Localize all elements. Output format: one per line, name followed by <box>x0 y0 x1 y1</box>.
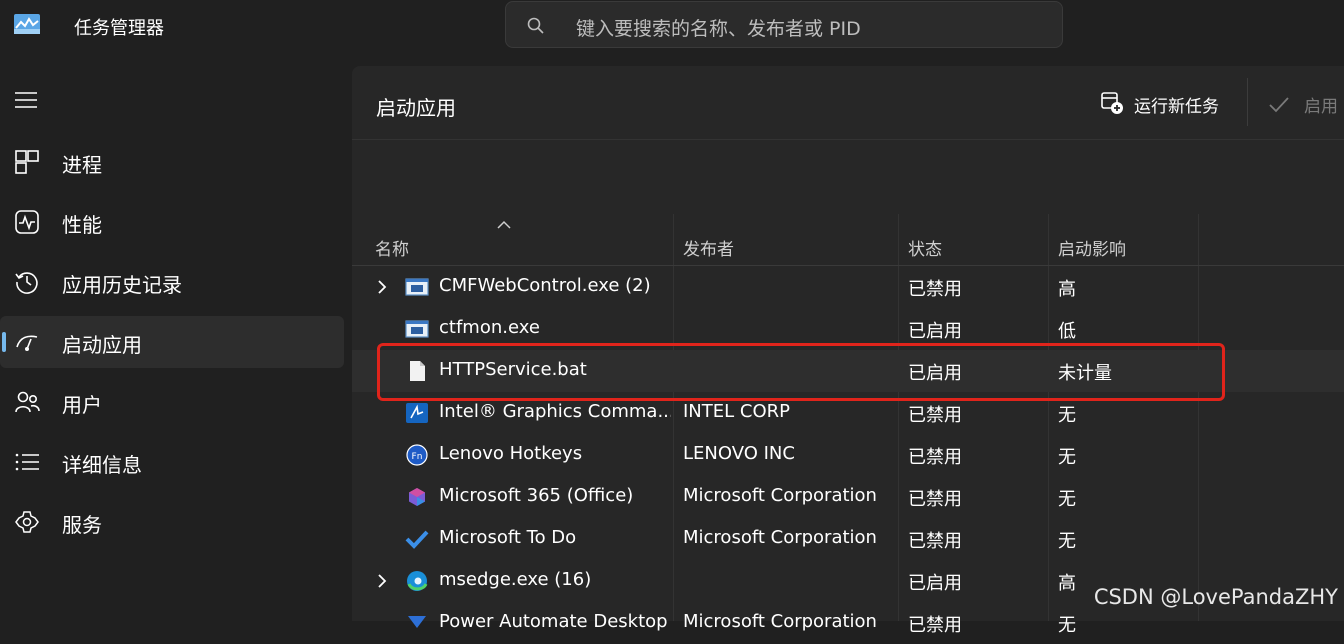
sidebar-item-label: 应用历史记录 <box>62 273 182 297</box>
services-icon <box>15 511 39 533</box>
sidebar-item-app-history[interactable]: 应用历史记录 <box>0 256 344 308</box>
performance-icon <box>15 210 39 234</box>
startup-impact: 无 <box>1058 615 1076 636</box>
office-icon <box>409 488 425 506</box>
page-title: 启动应用 <box>376 96 456 120</box>
chevron-right-icon[interactable] <box>374 278 390 296</box>
app-name: msedge.exe (16) <box>439 569 592 590</box>
publisher: Microsoft Corporation <box>683 611 877 632</box>
status: 已禁用 <box>908 531 962 552</box>
history-icon <box>15 272 38 294</box>
status: 已启用 <box>908 321 962 342</box>
sidebar-item-label: 进程 <box>62 153 102 177</box>
status: 已禁用 <box>908 447 962 468</box>
startup-impact: 无 <box>1058 489 1076 510</box>
publisher: LENOVO INC <box>683 443 795 464</box>
table-row[interactable]: Fn Lenovo Hotkeys LENOVO INC 已禁用 无 <box>352 434 1344 476</box>
app-name: ctfmon.exe <box>439 317 540 338</box>
processes-icon <box>15 150 39 174</box>
todo-check-icon <box>405 530 429 549</box>
app-name: Intel® Graphics Comma... <box>439 401 671 422</box>
sidebar-item-services[interactable]: 服务 <box>0 496 344 548</box>
enable-button[interactable]: 启用 <box>1262 86 1344 120</box>
status: 已禁用 <box>908 615 962 636</box>
publisher: Microsoft Corporation <box>683 527 877 548</box>
startup-impact: 无 <box>1058 531 1076 552</box>
sidebar-item-label: 服务 <box>62 513 102 537</box>
checkmark-icon <box>1269 97 1289 113</box>
sidebar-item-startup-apps[interactable]: 启动应用 <box>0 316 344 368</box>
sidebar-item-label: 用户 <box>62 393 102 417</box>
publisher: Microsoft Corporation <box>683 485 877 506</box>
table-row[interactable]: Microsoft To Do Microsoft Corporation 已禁… <box>352 518 1344 560</box>
sidebar-item-label: 启动应用 <box>62 333 142 357</box>
run-task-icon <box>1101 92 1123 114</box>
app-title: 任务管理器 <box>74 18 164 39</box>
sidebar-item-label: 详细信息 <box>62 453 142 477</box>
hamburger-icon[interactable] <box>14 88 38 112</box>
app-name: Lenovo Hotkeys <box>439 443 583 464</box>
sort-ascending-icon[interactable] <box>497 220 511 230</box>
startup-impact: 无 <box>1058 405 1076 426</box>
status: 已禁用 <box>908 489 962 510</box>
sidebar-item-users[interactable]: 用户 <box>0 376 344 428</box>
window-app-icon <box>405 320 429 338</box>
toolbar-divider <box>1247 78 1248 126</box>
status: 已禁用 <box>908 279 962 300</box>
sidebar-item-processes[interactable]: 进程 <box>0 136 344 188</box>
column-header-name[interactable]: 名称 <box>375 235 409 260</box>
column-header-publisher[interactable]: 发布者 <box>683 235 734 260</box>
status: 已禁用 <box>908 405 962 426</box>
highlight-annotation-box <box>377 343 1225 401</box>
sidebar-item-label: 性能 <box>62 213 102 237</box>
table-row[interactable]: Microsoft 365 (Office) Microsoft Corpora… <box>352 476 1344 518</box>
search-input[interactable]: 键入要搜索的名称、发布者或 PID <box>576 14 861 41</box>
column-header-impact[interactable]: 启动影响 <box>1058 235 1126 260</box>
window-app-icon <box>405 278 429 296</box>
users-icon <box>15 391 40 413</box>
table-row[interactable]: CMFWebControl.exe (2) 已禁用 高 <box>352 266 1344 308</box>
header-divider <box>352 139 1344 140</box>
column-header-status[interactable]: 状态 <box>908 235 942 260</box>
task-manager-logo <box>14 14 40 34</box>
search-icon <box>527 17 544 34</box>
startup-impact: 无 <box>1058 447 1076 468</box>
intel-graphics-icon <box>406 403 428 423</box>
app-name: Microsoft 365 (Office) <box>439 485 634 506</box>
startup-impact: 低 <box>1058 321 1076 342</box>
sidebar-item-details[interactable]: 详细信息 <box>0 436 344 488</box>
edge-icon <box>407 571 428 591</box>
enable-label: 启用 <box>1304 97 1338 117</box>
search-box[interactable]: 键入要搜索的名称、发布者或 PID <box>505 1 1063 48</box>
startup-impact: 高 <box>1058 279 1076 300</box>
active-indicator <box>2 332 6 352</box>
watermark: CSDN @LovePandaZHY <box>1093 585 1338 609</box>
status: 已启用 <box>908 573 962 594</box>
run-new-task-button[interactable]: 运行新任务 <box>1096 86 1236 120</box>
power-automate-icon <box>408 616 426 628</box>
lenovo-fn-icon: Fn <box>406 444 428 466</box>
app-name: CMFWebControl.exe (2) <box>439 275 651 296</box>
run-new-task-label: 运行新任务 <box>1134 97 1219 117</box>
app-name: Microsoft To Do <box>439 527 577 548</box>
chevron-right-icon[interactable] <box>374 572 390 590</box>
details-icon <box>15 453 39 471</box>
sidebar-item-performance[interactable]: 性能 <box>0 196 344 248</box>
startup-icon <box>16 335 38 351</box>
app-name: Power Automate Desktop <box>439 611 668 632</box>
publisher: INTEL CORP <box>683 401 790 422</box>
svg-text:Fn: Fn <box>412 452 423 462</box>
